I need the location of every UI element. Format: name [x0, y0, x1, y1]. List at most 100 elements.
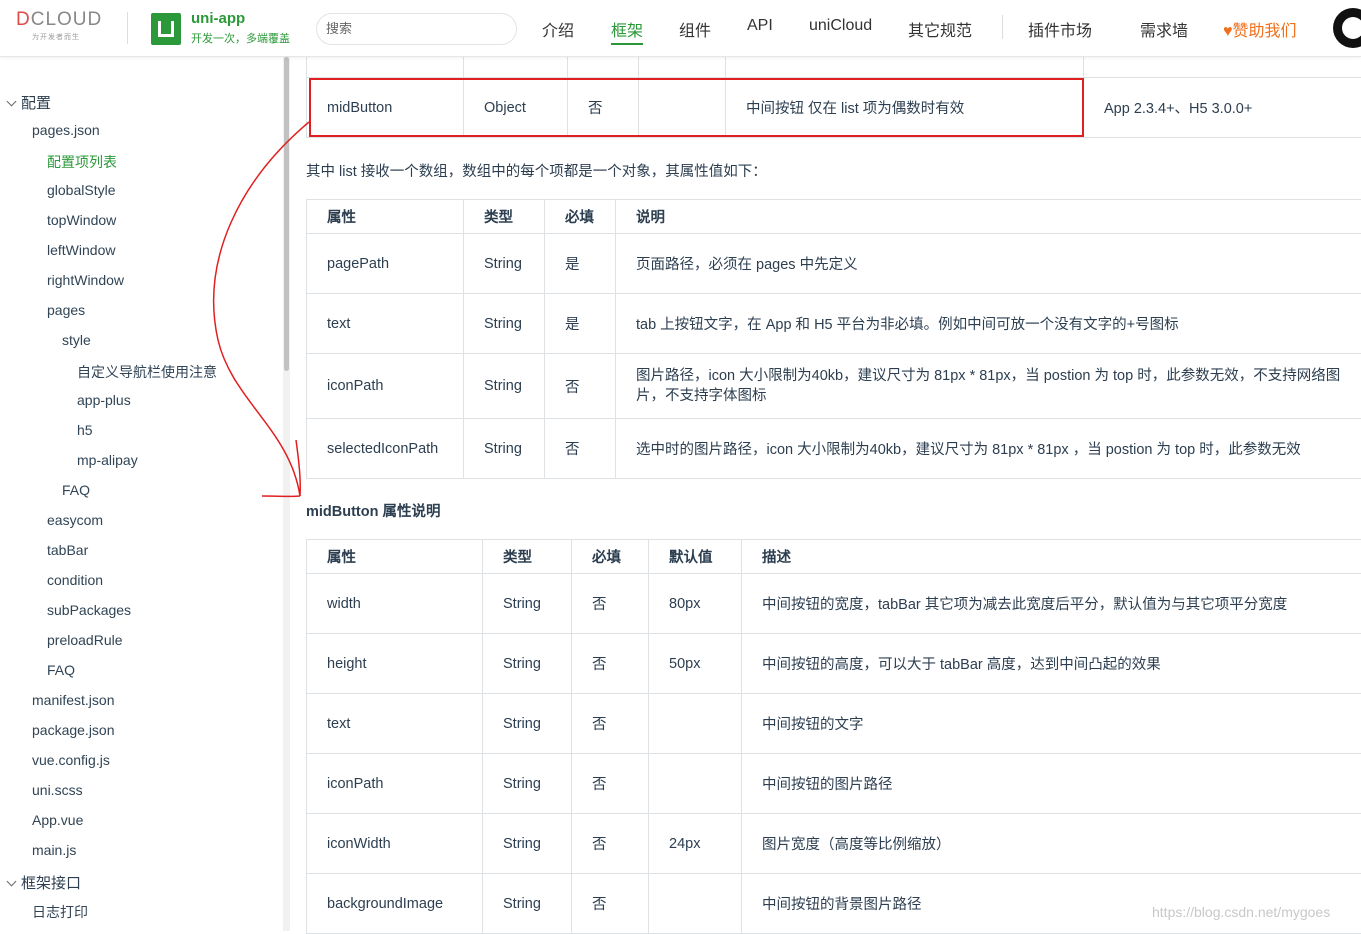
nav-unicloud[interactable]: uniCloud — [809, 17, 872, 35]
cell-prop: selectedIconPath — [307, 419, 464, 479]
uniapp-logo-icon — [151, 13, 181, 45]
sidebar-item[interactable]: mp-alipay — [77, 452, 138, 468]
cell-type: String — [483, 634, 572, 694]
table-row: width String 否 80px 中间按钮的宽度，tabBar 其它项为减… — [307, 574, 1361, 634]
sidebar-item[interactable]: subPackages — [47, 602, 131, 618]
cell-required: 是 — [545, 294, 616, 354]
nav-other-specs[interactable]: 其它规范 — [908, 17, 972, 41]
cell-required: 否 — [572, 694, 649, 754]
cell-platform: App 2.3.4+、H5 3.0.0+ — [1084, 78, 1361, 138]
header-cell: 说明 — [616, 200, 1361, 234]
cell-prop: width — [307, 574, 483, 634]
sidebar-item[interactable]: leftWindow — [47, 242, 115, 258]
cell-required: 否 — [545, 419, 616, 479]
sidebar-item[interactable]: uni.scss — [32, 782, 83, 798]
sidebar-item[interactable]: FAQ — [62, 482, 90, 498]
cell-type: String — [483, 754, 572, 814]
header-cell: 类型 — [464, 200, 545, 234]
list-props-table: 属性 类型 必填 说明 pagePath String 是 页面路径，必须在 p… — [306, 199, 1361, 479]
header-cell: 描述 — [742, 540, 1361, 574]
sidebar-item[interactable]: tabBar — [47, 542, 88, 558]
cell-default: 24px — [649, 814, 742, 874]
sidebar-item-label: h5 — [77, 422, 93, 438]
sidebar-item-label: mp-alipay — [77, 452, 138, 468]
sidebar-item[interactable]: manifest.json — [32, 692, 114, 708]
sidebar-item-label: 配置项列表 — [47, 154, 117, 170]
sidebar-item-label: 框架接口 — [21, 875, 81, 892]
sidebar-item[interactable]: 配置项列表 — [47, 152, 117, 172]
nav-api[interactable]: API — [747, 17, 773, 35]
uniapp-logo[interactable]: uni-app 开发一次，多端覆盖 — [151, 11, 290, 46]
header-cell: 必填 — [545, 200, 616, 234]
sidebar-item[interactable]: vue.config.js — [32, 752, 110, 768]
dcloud-logo-text: CLOUD — [31, 9, 103, 30]
sidebar-item[interactable]: rightWindow — [47, 272, 124, 288]
sidebar-item[interactable]: package.json — [32, 722, 115, 738]
cell-required: 否 — [545, 354, 616, 419]
nav-divider — [1002, 15, 1003, 39]
search-input[interactable]: 搜索 — [316, 13, 517, 45]
cell-prop: pagePath — [307, 234, 464, 294]
sidebar-item[interactable]: pages.json — [32, 122, 100, 138]
github-icon[interactable] — [1333, 8, 1361, 48]
sidebar-item[interactable]: 自定义导航栏使用注意 — [77, 362, 217, 382]
dcloud-logo[interactable]: DCLOUD 为开发者而生 — [16, 10, 112, 46]
table-row: height String 否 50px 中间按钮的高度，可以大于 tabBar… — [307, 634, 1361, 694]
sidebar-item-label: condition — [47, 572, 103, 588]
sidebar-item[interactable]: preloadRule — [47, 632, 123, 648]
sidebar-item-label: leftWindow — [47, 242, 115, 258]
watermark: https://blog.csdn.net/mygoes — [1152, 904, 1330, 920]
sidebar-item-label: subPackages — [47, 602, 131, 618]
sidebar-item-label: app-plus — [77, 392, 131, 408]
table-header-row: 属性 类型 必填 说明 — [307, 200, 1361, 234]
sidebar-item-label: uni.scss — [32, 782, 83, 798]
cell-default — [649, 754, 742, 814]
sidebar-item[interactable]: topWindow — [47, 212, 116, 228]
cell-desc: 中间按钮的图片路径 — [742, 754, 1361, 814]
table-row: selectedIconPath String 否 选中时的图片路径，icon … — [307, 419, 1361, 479]
sidebar-item[interactable]: 日志打印 — [32, 902, 88, 922]
cell-prop: iconPath — [307, 354, 464, 419]
midbutton-heading: midButton 属性说明 — [306, 500, 441, 521]
top-navbar: DCLOUD 为开发者而生 uni-app 开发一次，多端覆盖 搜索 介绍 框架… — [0, 0, 1361, 57]
table-row: iconPath String 否 图片路径，icon 大小限制为40kb，建议… — [307, 354, 1361, 419]
sidebar-item[interactable]: FAQ — [47, 662, 75, 678]
sidebar-item-label: preloadRule — [47, 632, 123, 648]
sidebar-item[interactable]: easycom — [47, 512, 103, 528]
cell-required: 否 — [572, 874, 649, 934]
cell-default: 50px — [649, 634, 742, 694]
sidebar-item[interactable]: globalStyle — [47, 182, 116, 198]
sidebar-scroll-thumb[interactable] — [284, 57, 289, 371]
sidebar-item[interactable]: app-plus — [77, 392, 131, 408]
sidebar-item-label: vue.config.js — [32, 752, 110, 768]
cell-default — [649, 874, 742, 934]
nav-intro[interactable]: 介绍 — [542, 17, 574, 41]
midbutton-props-table: 属性 类型 必填 默认值 描述 width String 否 80px 中间按钮… — [306, 539, 1361, 934]
sidebar-item[interactable]: App.vue — [32, 812, 83, 828]
highlight-box — [309, 78, 1084, 137]
nav-plugin-market[interactable]: 插件市场 — [1028, 17, 1092, 41]
sidebar-item-label: 自定义导航栏使用注意 — [77, 364, 217, 380]
sidebar-item[interactable]: main.js — [32, 842, 76, 858]
sidebar-item[interactable]: style — [62, 332, 91, 348]
cell-required: 否 — [572, 814, 649, 874]
table-row: iconPath String 否 中间按钮的图片路径 — [307, 754, 1361, 814]
sidebar — [0, 57, 291, 931]
cell-type: String — [483, 574, 572, 634]
cell-type: String — [483, 814, 572, 874]
sidebar-item[interactable]: 框架接口 — [8, 872, 81, 893]
sidebar-item[interactable]: pages — [47, 302, 85, 318]
dcloud-logo-d: D — [16, 9, 31, 30]
list-intro-text: 其中 list 接收一个数组，数组中的每个项都是一个对象，其属性值如下： — [306, 160, 767, 181]
nav-requirements[interactable]: 需求墙 — [1140, 17, 1188, 41]
nav-framework[interactable]: 框架 — [611, 17, 643, 45]
nav-components[interactable]: 组件 — [679, 17, 711, 41]
nav-sponsor[interactable]: ♥赞助我们 — [1223, 17, 1297, 41]
header-cell: 类型 — [483, 540, 572, 574]
sidebar-item[interactable]: 配置 — [8, 92, 51, 113]
header-cell: 属性 — [307, 540, 483, 574]
sidebar-item[interactable]: h5 — [77, 422, 93, 438]
sidebar-item[interactable]: condition — [47, 572, 103, 588]
cell-default — [649, 694, 742, 754]
cell-desc: 中间按钮的文字 — [742, 694, 1361, 754]
